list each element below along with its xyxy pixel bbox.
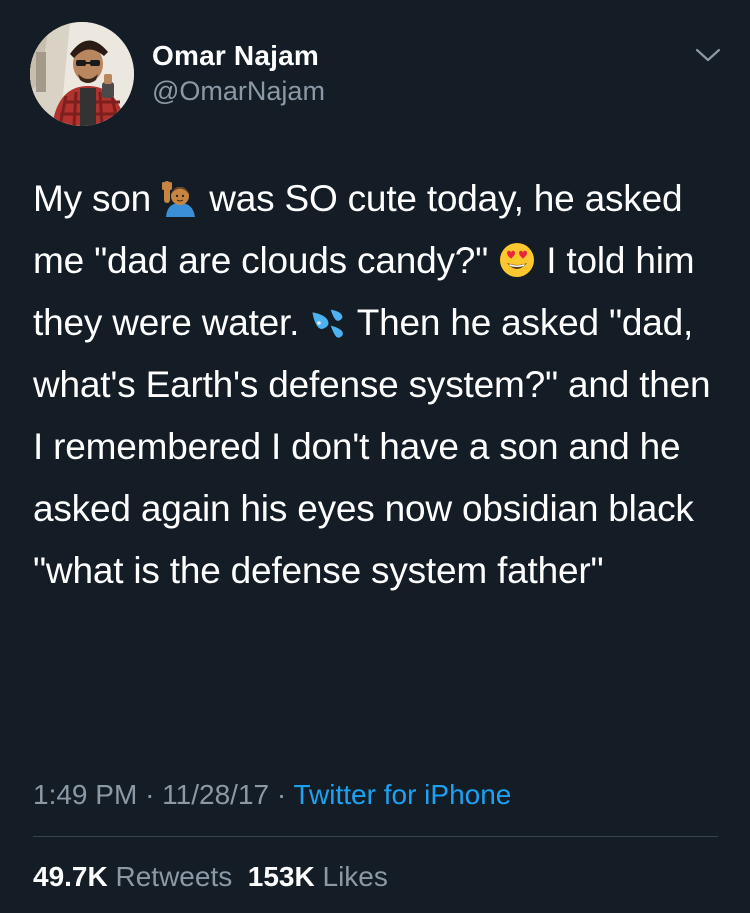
tweet: Omar Najam @OmarNajam My son was SO cute…: [0, 0, 750, 913]
meta-separator: ·: [145, 779, 155, 810]
author-display-name[interactable]: Omar Najam: [152, 40, 325, 72]
tweet-meta: 1:49 PM · 11/28/17 · Twitter for iPhone: [33, 776, 511, 814]
likes-label: Likes: [322, 861, 388, 892]
tweet-text-segment: Then he asked "dad, what's Earth's defen…: [33, 302, 711, 591]
tweet-text: My son was SO cute today, he asked me "d…: [33, 168, 723, 602]
avatar[interactable]: [30, 22, 134, 126]
tweet-time[interactable]: 1:49 PM: [33, 779, 137, 810]
retweets-stat[interactable]: 49.7K Retweets: [33, 861, 232, 892]
tweet-text-segment: My son: [33, 178, 162, 219]
tweet-source-link[interactable]: Twitter for iPhone: [293, 779, 511, 810]
tweet-header: Omar Najam @OmarNajam: [30, 22, 730, 126]
author-handle[interactable]: @OmarNajam: [152, 74, 325, 108]
tweet-stats: 49.7K Retweets 153K Likes: [33, 858, 388, 896]
likes-stat[interactable]: 153K Likes: [248, 861, 388, 892]
raising-hand-emoji: [161, 174, 199, 217]
chevron-down-icon[interactable]: [693, 42, 723, 66]
retweets-label: Retweets: [115, 861, 233, 892]
likes-count: 153K: [247, 861, 315, 892]
heart-eyes-emoji: [498, 236, 536, 277]
meta-separator: ·: [276, 779, 287, 810]
retweets-count: 49.7K: [33, 861, 108, 892]
author-names[interactable]: Omar Najam @OmarNajam: [152, 40, 325, 108]
sweat-droplets-emoji: [309, 298, 347, 338]
divider: [33, 836, 718, 837]
tweet-date[interactable]: 11/28/17: [162, 779, 269, 810]
